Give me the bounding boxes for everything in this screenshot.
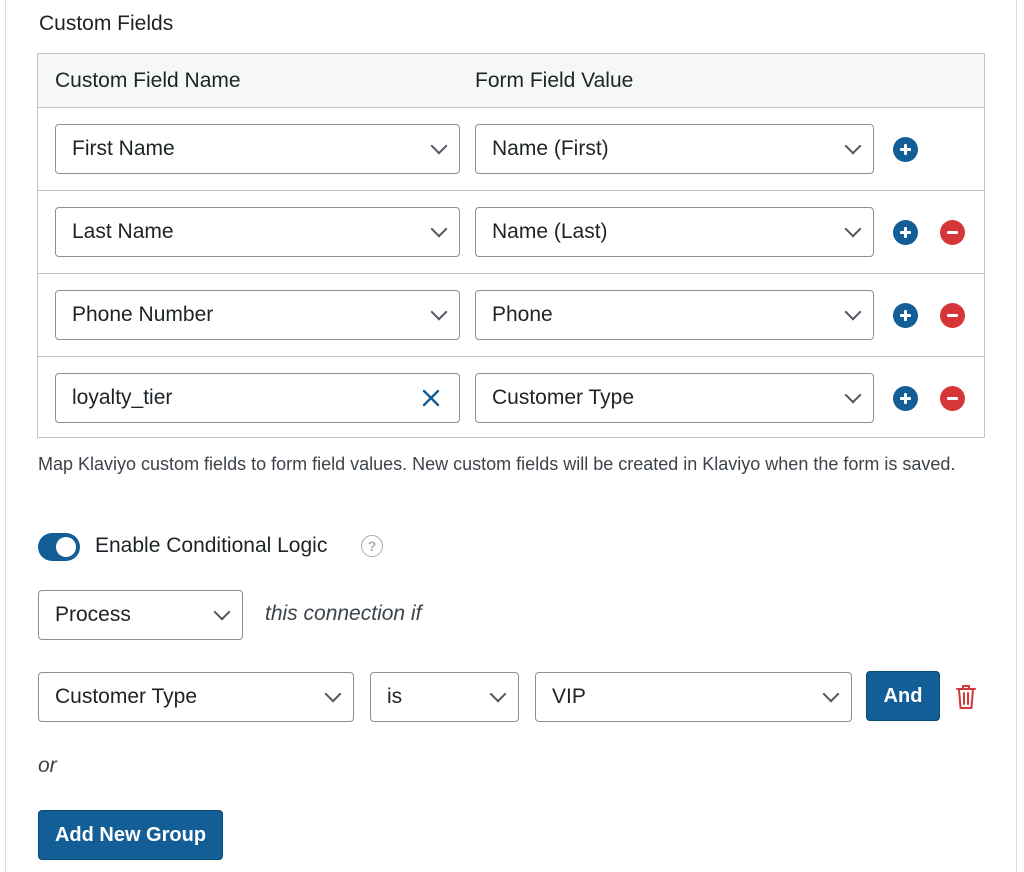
table-row: First Name Name (First)	[38, 108, 984, 191]
section-title: Custom Fields	[39, 12, 174, 35]
clear-icon[interactable]	[419, 384, 443, 412]
chevron-down-icon	[430, 220, 448, 238]
toggle-knob	[56, 537, 76, 557]
minus-icon	[947, 397, 958, 400]
plus-icon-vertical	[904, 227, 907, 238]
chevron-down-icon	[430, 303, 448, 321]
or-separator: or	[38, 754, 57, 777]
form-field-value-select[interactable]: Name (First)	[475, 124, 874, 174]
action-suffix-text: this connection if	[265, 602, 422, 625]
chevron-down-icon	[213, 603, 231, 621]
select-value: is	[387, 685, 403, 708]
select-value: VIP	[552, 685, 586, 708]
custom-field-name-input[interactable]: loyalty_tier	[55, 373, 460, 423]
minus-icon	[947, 314, 958, 317]
custom-fields-table: Custom Field Name Form Field Value First…	[37, 53, 985, 438]
header-custom-field-name: Custom Field Name	[55, 69, 241, 92]
select-value: Phone Number	[72, 303, 214, 326]
rule-operator-select[interactable]: is	[370, 672, 519, 722]
custom-fields-help-text: Map Klaviyo custom fields to form field …	[38, 454, 956, 474]
custom-field-name-select[interactable]: Phone Number	[55, 290, 460, 340]
chevron-down-icon	[844, 303, 862, 321]
add-row-button[interactable]	[893, 137, 918, 162]
remove-row-button[interactable]	[940, 386, 965, 411]
header-form-field-value: Form Field Value	[475, 69, 634, 92]
select-value: Customer Type	[492, 386, 635, 409]
plus-icon-vertical	[904, 144, 907, 155]
form-field-value-select[interactable]: Phone	[475, 290, 874, 340]
form-field-value-select[interactable]: Customer Type	[475, 373, 874, 423]
and-button[interactable]: And	[866, 671, 940, 721]
remove-row-button[interactable]	[940, 220, 965, 245]
action-select[interactable]: Process	[38, 590, 243, 640]
select-value: Process	[55, 603, 131, 626]
select-value: Phone	[492, 303, 553, 326]
conditional-logic-toggle[interactable]	[38, 533, 80, 561]
select-value: Customer Type	[55, 685, 198, 708]
chevron-down-icon	[324, 685, 342, 703]
remove-row-button[interactable]	[940, 303, 965, 328]
conditional-logic-label: Enable Conditional Logic	[95, 534, 328, 557]
table-row: loyalty_tier Customer Type	[38, 357, 984, 440]
chevron-down-icon	[489, 685, 507, 703]
rule-value-select[interactable]: VIP	[535, 672, 852, 722]
select-value: Name (Last)	[492, 220, 608, 243]
chevron-down-icon	[844, 137, 862, 155]
table-row: Last Name Name (Last)	[38, 191, 984, 274]
add-row-button[interactable]	[893, 386, 918, 411]
custom-field-name-select[interactable]: First Name	[55, 124, 460, 174]
plus-icon-vertical	[904, 393, 907, 404]
select-value: First Name	[72, 137, 175, 160]
select-value: Last Name	[72, 220, 174, 243]
trash-icon[interactable]	[954, 683, 978, 711]
custom-field-name-select[interactable]: Last Name	[55, 207, 460, 257]
help-icon[interactable]: ?	[361, 535, 383, 557]
add-row-button[interactable]	[893, 303, 918, 328]
add-new-group-button[interactable]: Add New Group	[38, 810, 223, 860]
add-row-button[interactable]	[893, 220, 918, 245]
table-row: Phone Number Phone	[38, 274, 984, 357]
select-value: Name (First)	[492, 137, 609, 160]
rule-field-select[interactable]: Customer Type	[38, 672, 354, 722]
chevron-down-icon	[844, 386, 862, 404]
minus-icon	[947, 231, 958, 234]
plus-icon-vertical	[904, 310, 907, 321]
chevron-down-icon	[430, 137, 448, 155]
input-value: loyalty_tier	[72, 386, 173, 409]
chevron-down-icon	[822, 685, 840, 703]
form-field-value-select[interactable]: Name (Last)	[475, 207, 874, 257]
table-header: Custom Field Name Form Field Value	[38, 54, 984, 108]
chevron-down-icon	[844, 220, 862, 238]
